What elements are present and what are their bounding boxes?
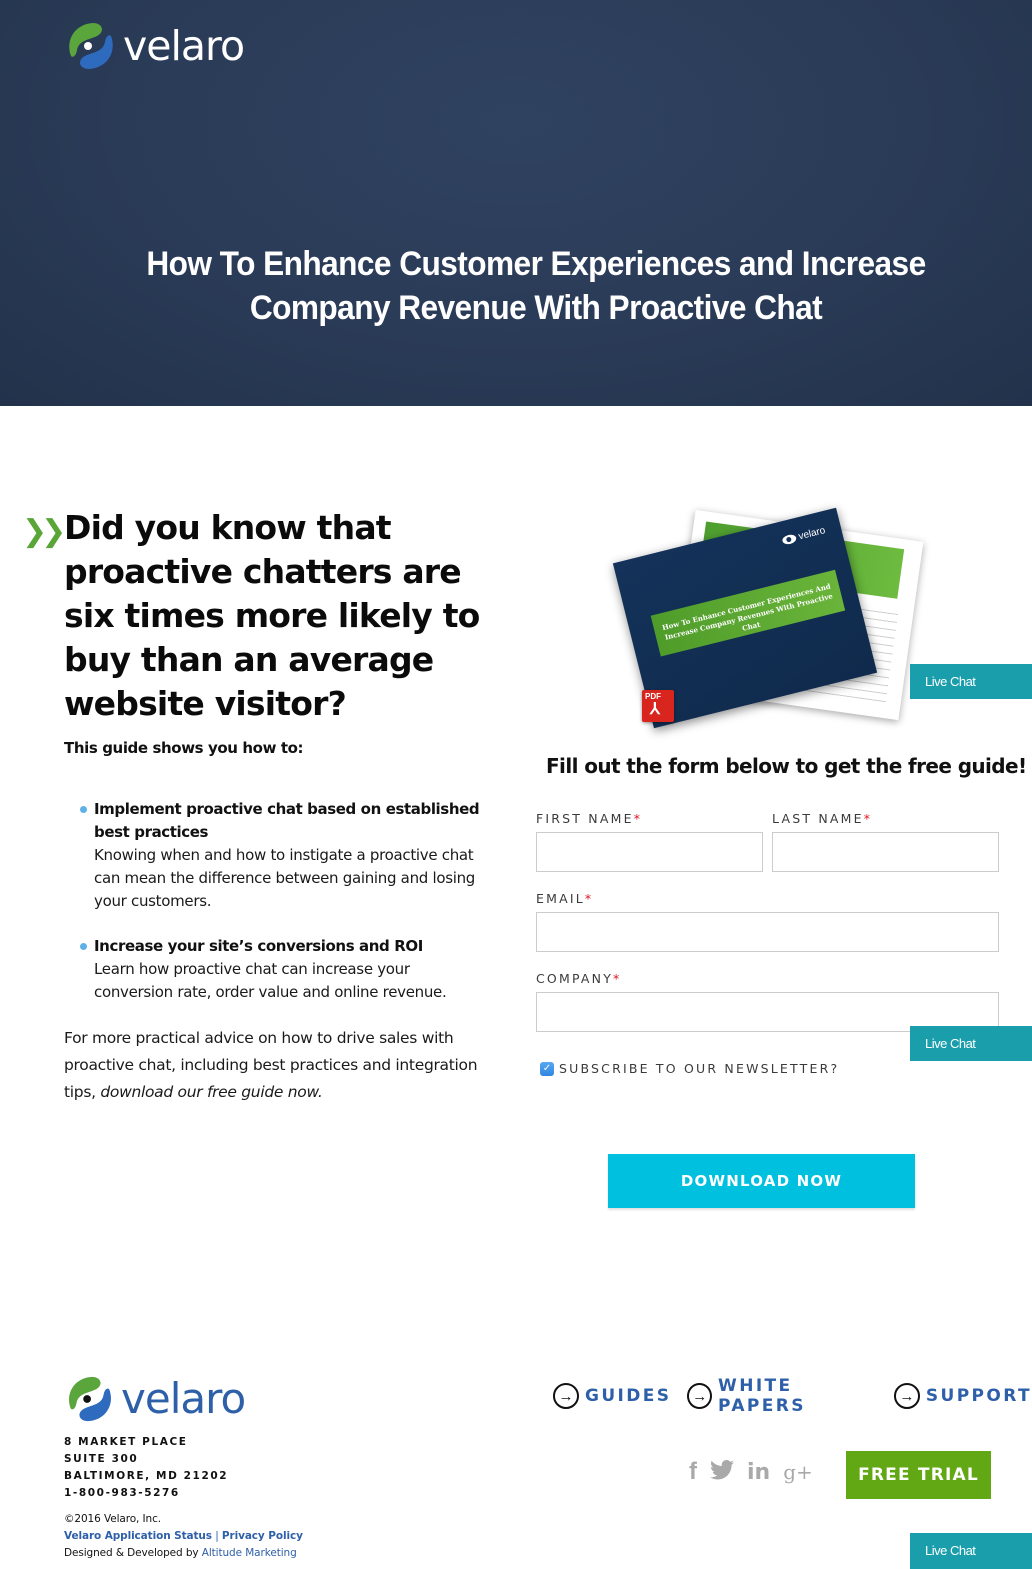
nav-label: GUIDES [585, 1386, 672, 1406]
twitter-icon[interactable] [710, 1459, 734, 1485]
more-advice-paragraph: For more practical advice on how to driv… [64, 1025, 484, 1106]
form-title: Fill out the form below to get the free … [546, 754, 1027, 778]
last-name-label-text: LAST NAME [772, 811, 864, 826]
more-advice-emphasis: download our free guide now. [100, 1083, 323, 1101]
live-chat-button[interactable]: Live Chat [910, 664, 1032, 699]
velaro-swirl-icon [69, 23, 113, 69]
page-title-line-2: Company Revenue With Proactive Chat [249, 289, 823, 327]
free-trial-button[interactable]: FREE TRIAL [846, 1451, 991, 1499]
required-asterisk: * [584, 891, 592, 906]
benefit-body: Knowing when and how to instigate a proa… [94, 846, 476, 910]
pdf-badge-text: PDF [645, 692, 661, 701]
circle-arrow-right-icon: → [553, 1383, 579, 1409]
company-address: 8 MARKET PLACE SUITE 300 BALTIMORE, MD 2… [64, 1434, 228, 1502]
address-line: BALTIMORE, MD 21202 [64, 1470, 229, 1482]
benefits-list: Implement proactive chat based on establ… [80, 798, 490, 1026]
cover-logo: velaro [781, 525, 827, 546]
download-now-button[interactable]: DOWNLOAD NOW [608, 1154, 915, 1208]
newsletter-checkbox[interactable]: ✓ [540, 1061, 554, 1076]
email-label: EMAIL* [536, 891, 591, 906]
required-asterisk: * [863, 811, 870, 826]
copyright: ©2016 Velaro, Inc. [64, 1513, 161, 1525]
bullet-dot-icon [80, 806, 87, 813]
privacy-policy-link[interactable]: Privacy Policy [222, 1530, 303, 1542]
benefit-body: Learn how proactive chat can increase yo… [94, 960, 447, 1001]
footer-nav-guides[interactable]: → GUIDES [553, 1376, 671, 1416]
pdf-icon: PDF ⅄ [642, 690, 674, 722]
email-label-text: EMAIL [536, 891, 585, 906]
benefit-title: Implement proactive chat based on establ… [94, 800, 480, 841]
cover-logo-text: velaro [797, 525, 827, 543]
page-title: How To Enhance Customer Experiences and … [75, 242, 998, 330]
footer-nav-white-papers[interactable]: → WHITE PAPERS [687, 1376, 877, 1416]
bullet-dot-icon [80, 943, 87, 950]
app-status-link[interactable]: Velaro Application Status [64, 1530, 212, 1542]
required-asterisk: * [613, 971, 620, 986]
guide-cover-image: velaro How To Enhance Customer Experienc… [612, 505, 924, 729]
social-links: f in g+ [689, 1458, 813, 1486]
company-label-text: COMPANY [536, 971, 614, 986]
list-item: Implement proactive chat based on establ… [80, 798, 490, 913]
headline: Did you know that proactive chatters are… [64, 508, 480, 723]
credit-text: Designed & Developed by [64, 1547, 202, 1559]
live-chat-button[interactable]: Live Chat [910, 1533, 1032, 1569]
brand-name: velaro [123, 21, 245, 70]
list-item: Increase your site’s conversions and ROI… [80, 935, 490, 1004]
benefit-title: Increase your site’s conversions and ROI [94, 937, 423, 955]
link-separator: | [215, 1530, 219, 1542]
live-chat-button[interactable]: Live Chat [910, 1026, 1032, 1061]
newsletter-label[interactable]: SUBSCRIBE TO OUR NEWSLETTER? [559, 1061, 839, 1076]
facebook-icon[interactable]: f [689, 1458, 697, 1486]
footer-nav-support[interactable]: → SUPPORT [893, 1376, 1032, 1416]
required-asterisk: * [633, 811, 640, 826]
nav-label: WHITE PAPERS [718, 1376, 806, 1416]
first-name-input[interactable] [536, 832, 763, 872]
circle-arrow-right-icon: → [687, 1383, 713, 1409]
twitter-bird-icon [710, 1459, 734, 1479]
last-name-input[interactable] [772, 832, 999, 872]
last-name-label: LAST NAME* [772, 811, 870, 826]
velaro-eye-icon [781, 533, 797, 546]
first-name-label: FIRST NAME* [536, 811, 640, 826]
legal-info: ©2016 Velaro, Inc. Velaro Application St… [64, 1511, 303, 1562]
phone-number: 1-800-983-5276 [64, 1487, 180, 1499]
nav-label: SUPPORT [925, 1386, 1032, 1406]
cover-title: How To Enhance Customer Experiences And … [650, 569, 846, 657]
linkedin-icon[interactable]: in [747, 1460, 770, 1485]
hero-banner: velaro How To Enhance Customer Experienc… [0, 0, 1032, 406]
email-input[interactable] [536, 912, 999, 952]
company-label: COMPANY* [536, 971, 619, 986]
altitude-marketing-link[interactable]: Altitude Marketing [202, 1547, 297, 1559]
header-logo[interactable]: velaro [63, 18, 245, 74]
acrobat-icon: ⅄ [650, 701, 660, 718]
footer-logo[interactable]: velaro [63, 1372, 246, 1426]
velaro-swirl-icon [69, 1376, 111, 1422]
page-title-line-1: How To Enhance Customer Experiences and … [146, 245, 926, 283]
address-line: SUITE 300 [64, 1453, 139, 1465]
address-line: 8 MARKET PLACE [64, 1436, 188, 1448]
guide-intro: This guide shows you how to: [64, 739, 304, 757]
first-name-label-text: FIRST NAME [536, 811, 634, 826]
newsletter-option[interactable]: ✓ SUBSCRIBE TO OUR NEWSLETTER? [540, 1061, 839, 1076]
google-plus-icon[interactable]: g+ [783, 1460, 813, 1484]
footer-nav: → GUIDES → WHITE PAPERS → SUPPORT [553, 1376, 1032, 1416]
brand-name: velaro [121, 1374, 246, 1423]
double-chevron-right-icon: ❯❯ [22, 514, 66, 549]
circle-arrow-right-icon: → [893, 1383, 920, 1409]
